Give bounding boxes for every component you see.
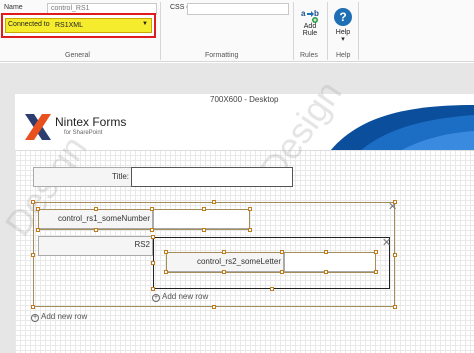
help-icon: ? <box>334 8 352 26</box>
resize-handle[interactable] <box>324 250 328 254</box>
group-rules: Rules <box>300 52 318 59</box>
svg-text:b: b <box>314 9 319 18</box>
resize-handle[interactable] <box>270 287 274 291</box>
logo-brand: Nintex Forms <box>55 115 127 129</box>
help-button[interactable]: ? Help ▾ <box>331 8 355 43</box>
divider <box>327 2 328 60</box>
layout-title: 700X600 - Desktop <box>210 95 279 104</box>
resize-handle[interactable] <box>222 270 226 274</box>
ribbon: Name control_RS1 CSS class Connected to … <box>0 0 474 62</box>
resize-handle[interactable] <box>212 305 216 309</box>
title-label: Title: <box>111 172 129 181</box>
connected-to-value: RS1XML <box>55 22 84 29</box>
add-new-row-outer-label: Add new row <box>41 312 88 321</box>
group-general: General <box>65 52 90 59</box>
resize-handle[interactable] <box>36 207 40 211</box>
resize-handle[interactable] <box>212 200 216 204</box>
help-chevron-icon: ▾ <box>341 36 345 43</box>
divider <box>160 2 161 60</box>
resize-handle[interactable] <box>324 270 328 274</box>
resize-handle[interactable] <box>36 228 40 232</box>
resize-handle[interactable] <box>202 228 206 232</box>
resize-handle[interactable] <box>374 250 378 254</box>
resize-handle[interactable] <box>393 200 397 204</box>
resize-handle[interactable] <box>248 228 252 232</box>
nintex-logo-icon <box>25 114 51 140</box>
add-new-row-inner[interactable]: + Add new row <box>152 292 208 302</box>
resize-handle[interactable] <box>164 270 168 274</box>
resize-handle[interactable] <box>202 207 206 211</box>
add-rule-label: Add <box>303 23 317 30</box>
plus-icon: + <box>31 314 39 322</box>
resize-handle[interactable] <box>94 207 98 211</box>
resize-handle[interactable] <box>151 235 155 239</box>
resize-handle[interactable] <box>151 261 155 265</box>
resize-handle[interactable] <box>393 253 397 257</box>
connected-to-row: Connected to : RS1XML ▼ <box>5 18 152 33</box>
connected-to-highlight: Connected to : RS1XML ▼ <box>1 13 156 38</box>
rs2-label-cell[interactable]: RS2 <box>38 236 153 256</box>
divider <box>358 2 359 60</box>
add-rule-icon: a b <box>300 7 320 23</box>
resize-handle[interactable] <box>151 287 155 291</box>
group-formatting: Formatting <box>205 52 239 59</box>
add-rule-button[interactable]: a b Add Rule <box>296 7 324 37</box>
selection-frame <box>38 209 250 230</box>
connected-to-label: Connected to : <box>8 21 54 28</box>
rs2-label: RS2 <box>134 240 150 249</box>
resize-handle[interactable] <box>393 305 397 309</box>
add-rule-label-2: Rule <box>302 30 318 37</box>
css-class-field[interactable] <box>187 3 289 15</box>
resize-handle[interactable] <box>374 270 378 274</box>
chevron-down-icon[interactable]: ▼ <box>142 21 148 27</box>
resize-handle[interactable] <box>150 207 154 211</box>
svg-text:a: a <box>301 9 306 18</box>
resize-handle[interactable] <box>248 207 252 211</box>
name-label: Name <box>4 4 23 11</box>
help-label: Help <box>335 29 351 36</box>
add-new-row-inner-label: Add new row <box>162 292 209 301</box>
divider <box>293 2 294 60</box>
resize-handle[interactable] <box>31 305 35 309</box>
resize-handle[interactable] <box>31 200 35 204</box>
resize-handle[interactable] <box>164 250 168 254</box>
resize-handle[interactable] <box>94 228 98 232</box>
title-label-cell[interactable]: Title: <box>33 167 132 187</box>
selection-frame <box>166 252 376 273</box>
title-input[interactable] <box>131 167 293 187</box>
add-new-row-outer[interactable]: + Add new row <box>31 312 87 322</box>
resize-handle[interactable] <box>31 253 35 257</box>
resize-handle[interactable] <box>280 270 284 274</box>
resize-handle[interactable] <box>150 228 154 232</box>
resize-handle[interactable] <box>280 250 284 254</box>
resize-handle[interactable] <box>222 250 226 254</box>
group-help: Help <box>336 52 351 59</box>
plus-icon: + <box>152 294 160 302</box>
connected-to-select[interactable]: RS1XML <box>52 20 150 31</box>
close-icon[interactable]: ✕ <box>382 236 391 249</box>
